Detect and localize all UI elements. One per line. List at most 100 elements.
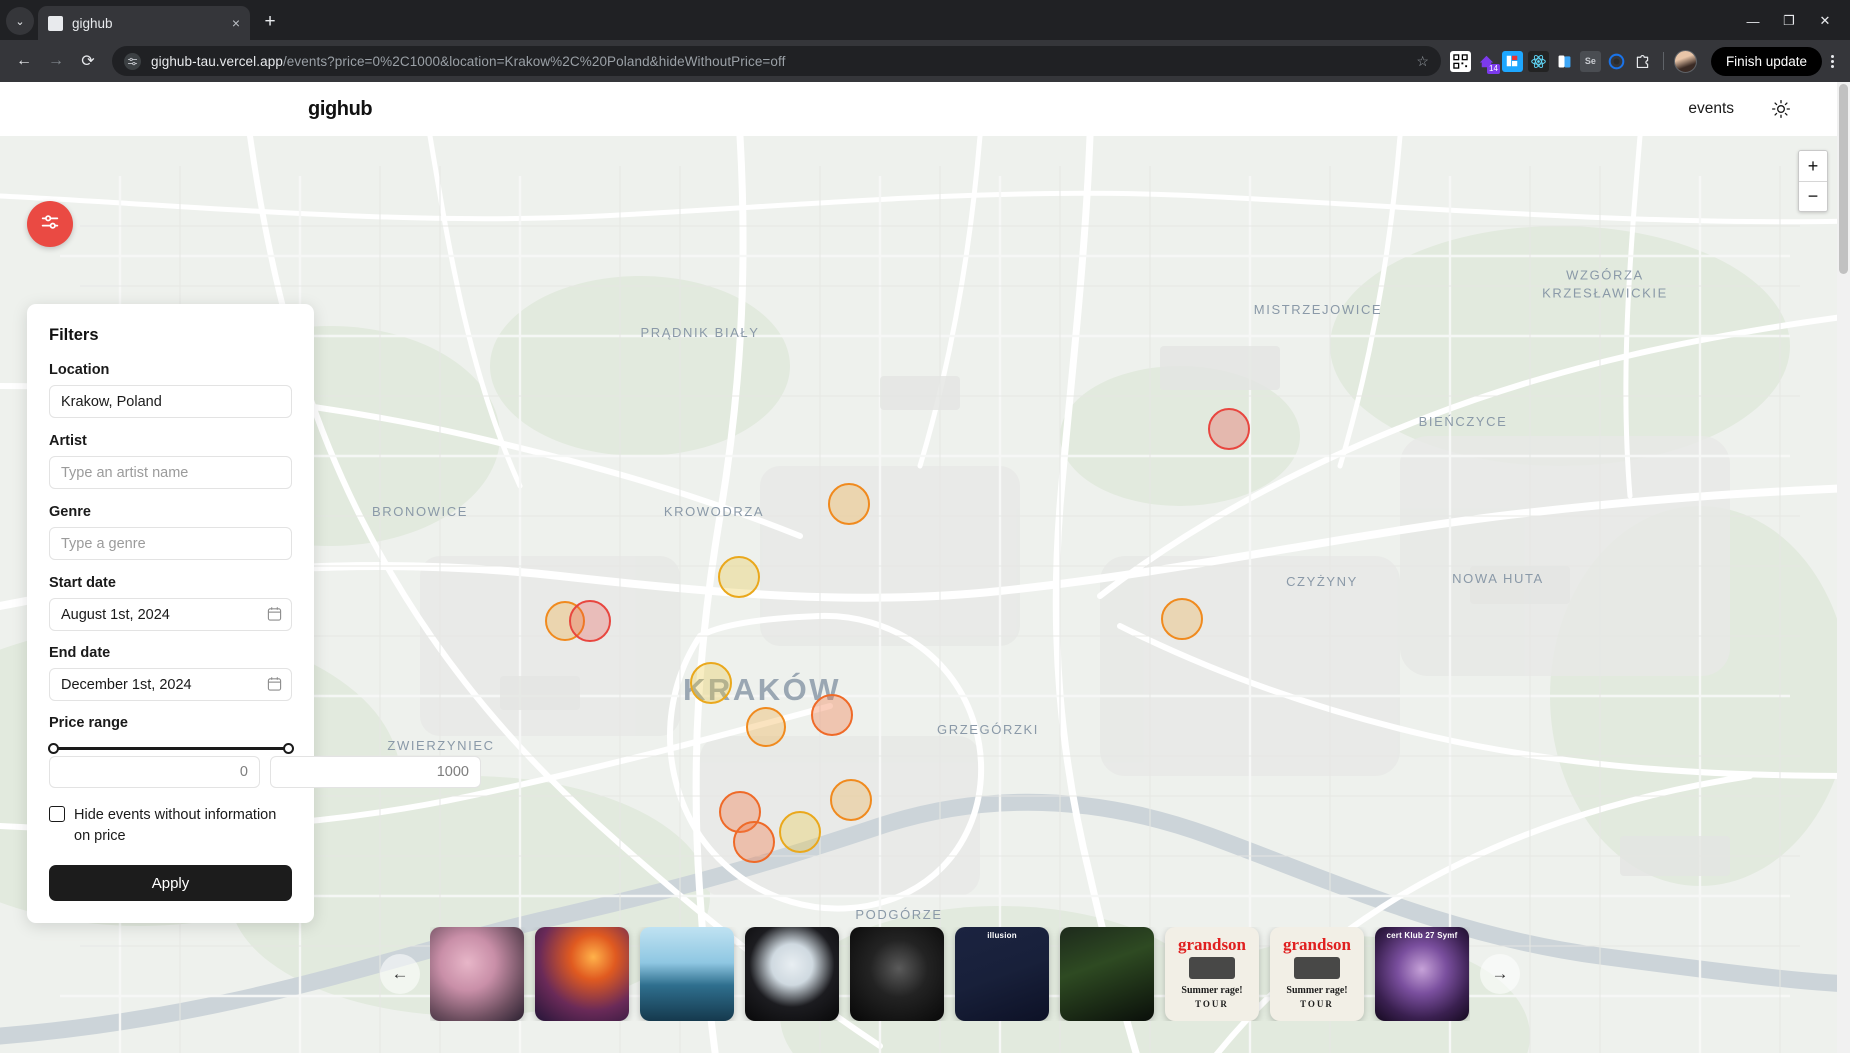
event-thumb-9[interactable]: grandson Summer rage! TOUR <box>1270 927 1364 1021</box>
event-marker[interactable] <box>779 811 821 853</box>
site-header: gighub events <box>0 82 1850 136</box>
site-nav: events <box>1688 98 1820 120</box>
poster-graphic <box>1189 957 1235 979</box>
selenium-extension-icon[interactable]: Se <box>1579 50 1601 72</box>
district-label: BRONOWICE <box>371 504 469 520</box>
map-zoom-controls: + − <box>1798 150 1828 212</box>
start-date-label: Start date <box>49 575 116 591</box>
events-carousel: ← illusion grandson Summer rage! TOUR grands… <box>380 927 1520 1021</box>
event-marker[interactable] <box>569 600 611 642</box>
browser-menu-icon[interactable] <box>1824 54 1841 68</box>
url-text: gighub-tau.vercel.app/events?price=0%2C1… <box>151 54 786 69</box>
color-picker-extension-icon[interactable] <box>1501 50 1523 72</box>
genre-label: Genre <box>49 504 91 520</box>
end-date-field[interactable] <box>49 668 292 701</box>
poster-caption: illusion <box>987 931 1017 940</box>
finish-update-button[interactable]: Finish update <box>1710 46 1822 76</box>
zoom-in-button[interactable]: + <box>1799 151 1827 181</box>
address-bar[interactable]: gighub-tau.vercel.app/events?price=0%2C1… <box>112 46 1441 76</box>
carousel-next-button[interactable]: → <box>1480 954 1520 994</box>
event-thumb-5[interactable] <box>850 927 944 1021</box>
carousel-track[interactable]: illusion grandson Summer rage! TOUR grandson… <box>430 927 1470 1021</box>
event-thumb-10[interactable]: cert Klub 27 Symf <box>1375 927 1469 1021</box>
puzzle-extensions-icon[interactable] <box>1632 51 1653 72</box>
page-scrollbar[interactable] <box>1837 82 1850 1053</box>
qr-code-extension-icon[interactable] <box>1449 50 1471 72</box>
scrollbar-thumb[interactable] <box>1839 84 1848 274</box>
sun-icon[interactable] <box>1770 98 1792 120</box>
close-icon[interactable]: × <box>232 16 240 30</box>
hide-without-price-checkbox[interactable] <box>49 806 65 822</box>
event-marker[interactable] <box>746 707 786 747</box>
tune-icon[interactable] <box>124 52 141 70</box>
slider-knob-max[interactable] <box>282 742 294 754</box>
calendar-icon[interactable] <box>267 606 282 622</box>
blue-circle-extension-icon[interactable] <box>1606 51 1627 72</box>
start-date-field[interactable] <box>49 598 292 631</box>
profile-avatar[interactable] <box>1673 49 1697 73</box>
event-thumb-8[interactable]: grandson Summer rage! TOUR <box>1165 927 1259 1021</box>
filters-toggle-button[interactable] <box>27 201 73 247</box>
filters-panel: Filters Location Artist Genre Start date… <box>27 304 481 924</box>
carousel-prev-button[interactable]: ← <box>380 954 420 994</box>
event-thumb-2[interactable] <box>535 927 629 1021</box>
browser-tab[interactable]: gighub × <box>38 6 250 40</box>
price-min-input[interactable] <box>49 756 260 788</box>
genre-input[interactable] <box>49 527 292 560</box>
event-thumb-7[interactable] <box>1060 927 1154 1021</box>
event-marker[interactable] <box>1161 598 1203 640</box>
filters-title: Filters <box>49 326 99 344</box>
calendar-icon[interactable] <box>267 676 282 692</box>
start-date-input[interactable] <box>49 598 292 631</box>
poster-tour-line2: TOUR <box>1195 999 1229 1009</box>
back-icon[interactable]: ← <box>9 46 39 76</box>
district-label: NOWA HUTA <box>1452 571 1544 587</box>
apply-button[interactable]: Apply <box>49 865 292 902</box>
artist-input[interactable] <box>49 456 292 489</box>
toolbar-divider <box>1662 52 1664 70</box>
close-window-icon[interactable]: ✕ <box>1808 8 1842 34</box>
maximize-icon[interactable]: ❐ <box>1772 8 1806 34</box>
event-marker[interactable] <box>828 483 870 525</box>
price-inputs <box>49 756 481 788</box>
event-marker[interactable] <box>690 662 732 704</box>
district-label: PRĄDNIK BIAŁY <box>640 325 760 341</box>
event-marker[interactable] <box>733 821 775 863</box>
nav-link-events[interactable]: events <box>1688 100 1734 118</box>
bookmark-star-icon[interactable]: ☆ <box>1416 53 1429 70</box>
clipboard-extension-icon[interactable] <box>1554 51 1575 72</box>
extension-badge-count: 14 <box>1487 63 1500 74</box>
event-marker[interactable] <box>830 779 872 821</box>
new-tab-button[interactable]: + <box>255 7 285 37</box>
district-label: CZYŻYNY <box>1286 574 1358 590</box>
event-thumb-4[interactable] <box>745 927 839 1021</box>
event-marker[interactable] <box>1208 408 1250 450</box>
site-logo[interactable]: gighub <box>308 98 373 121</box>
district-label: BIEŃCZYCE <box>1418 414 1508 430</box>
price-max-input[interactable] <box>270 756 481 788</box>
event-thumb-1[interactable] <box>430 927 524 1021</box>
react-devtools-extension-icon[interactable] <box>1527 50 1549 72</box>
end-date-label: End date <box>49 645 111 661</box>
reload-icon[interactable]: ⟳ <box>73 46 103 76</box>
minimize-icon[interactable]: — <box>1736 8 1770 34</box>
event-thumb-3[interactable] <box>640 927 734 1021</box>
page-favicon <box>48 15 63 31</box>
event-marker[interactable] <box>718 556 760 598</box>
district-label: ZWIERZYNIEC <box>387 738 495 754</box>
hide-without-price-row[interactable]: Hide events without information on price <box>49 805 292 847</box>
forward-icon[interactable]: → <box>41 46 71 76</box>
event-thumb-6[interactable]: illusion <box>955 927 1049 1021</box>
tab-search-button[interactable]: ⌄ <box>6 7 34 35</box>
end-date-input[interactable] <box>49 668 292 701</box>
url-domain: gighub-tau.vercel.app <box>151 53 283 69</box>
location-input[interactable] <box>49 385 292 418</box>
browser-toolbar: ← → ⟳ gighub-tau.vercel.app/events?price… <box>0 40 1850 82</box>
hide-without-price-label: Hide events without information on price <box>74 807 277 845</box>
zoom-out-button[interactable]: − <box>1799 181 1827 211</box>
calendar-badge-extension-icon[interactable]: 14 <box>1476 51 1500 74</box>
event-marker[interactable] <box>811 694 853 736</box>
price-range-slider[interactable] <box>47 738 294 756</box>
slider-knob-min[interactable] <box>47 742 59 754</box>
poster-tour-line1: Summer rage! <box>1286 985 1348 996</box>
